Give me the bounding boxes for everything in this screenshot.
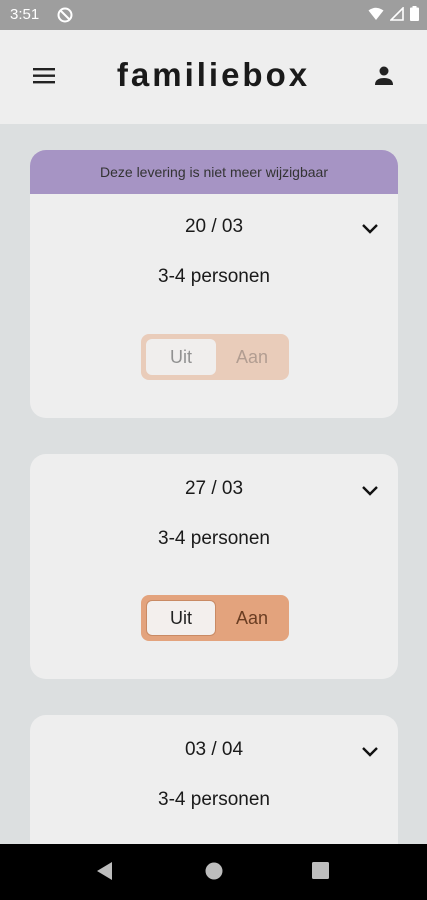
app-title: familiebox xyxy=(116,56,311,93)
do-not-disturb-icon xyxy=(57,7,73,23)
cell-signal-icon xyxy=(390,6,404,21)
battery-icon xyxy=(410,6,419,21)
delivery-list[interactable]: Deze levering is niet meer wijzigbaar 20… xyxy=(0,124,427,844)
status-icons xyxy=(368,6,419,21)
locked-delivery-banner: Deze levering is niet meer wijzigbaar xyxy=(30,150,398,194)
chevron-down-icon[interactable] xyxy=(360,745,380,759)
toggle-option-on: Aan xyxy=(235,346,269,367)
delivery-toggle: Uit Aan xyxy=(141,334,289,380)
toggle-option-off: Uit xyxy=(146,339,216,375)
chevron-down-icon[interactable] xyxy=(360,222,380,236)
wifi-icon xyxy=(368,7,384,20)
chevron-down-icon[interactable] xyxy=(360,484,380,498)
delivery-card: 27 / 03 3-4 personen Uit Aan xyxy=(30,454,398,679)
app-bar: familiebox xyxy=(0,30,427,124)
back-icon[interactable] xyxy=(96,861,114,881)
home-icon[interactable] xyxy=(204,861,224,881)
toggle-option-off[interactable]: Uit xyxy=(146,600,216,636)
delivery-date: 03 / 04 xyxy=(184,739,244,760)
toggle-option-on[interactable]: Aan xyxy=(219,600,285,636)
delivery-persons: 3-4 personen xyxy=(158,789,270,810)
delivery-persons: 3-4 personen xyxy=(158,528,270,549)
delivery-date: 20 / 03 xyxy=(184,216,244,237)
delivery-card: 03 / 04 3-4 personen xyxy=(30,715,398,844)
delivery-date: 27 / 03 xyxy=(184,478,244,499)
person-icon[interactable] xyxy=(372,64,396,88)
status-bar: 3:51 xyxy=(0,0,427,30)
delivery-persons: 3-4 personen xyxy=(158,266,270,287)
system-nav-bar xyxy=(0,844,427,900)
recents-icon[interactable] xyxy=(312,862,330,880)
status-time: 3:51 xyxy=(10,6,40,23)
delivery-card: Deze levering is niet meer wijzigbaar 20… xyxy=(30,150,398,418)
delivery-toggle[interactable]: Uit Aan xyxy=(141,595,289,641)
